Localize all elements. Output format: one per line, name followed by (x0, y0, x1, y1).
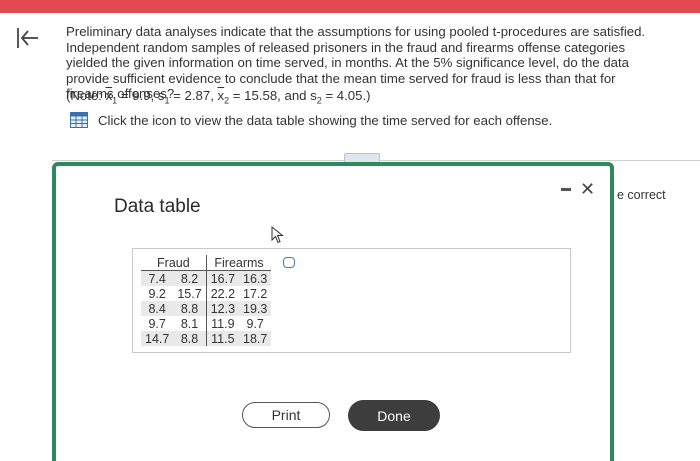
table-cell: 8.2 (173, 270, 207, 286)
table-row: 9.7 8.1 11.9 9.7 (141, 316, 271, 331)
table-cell: 18.7 (239, 331, 272, 346)
table-row: 7.4 8.2 16.7 16.3 (141, 270, 272, 286)
data-table-hint: Click the icon to view the data table sh… (70, 112, 552, 128)
close-button[interactable]: ✕ (580, 179, 595, 199)
dialog-title: Data table (114, 196, 201, 217)
table-icon[interactable] (70, 112, 88, 128)
table-cell: 9.7 (246, 316, 264, 331)
column-header-firearms: Firearms (205, 255, 272, 271)
table-row: 8.4 8.8 12.3 19.3 (141, 301, 272, 316)
note-text: (Note: x1 = 9.9, s1 = 2.87, x2 = 15.58, … (66, 88, 371, 106)
table-row: 9.2 15.7 22.2 17.2 (141, 286, 271, 301)
done-button[interactable]: Done (348, 400, 440, 431)
data-table-panel: Fraud Firearms 7.4 8.2 16.7 16.3 9.2 15.… (132, 248, 571, 353)
table-cell: 8.8 (173, 331, 207, 346)
column-header-fraud: Fraud (157, 255, 190, 270)
table-cell: 8.1 (180, 316, 199, 331)
top-accent-bar (0, 0, 700, 13)
table-cell: 19.3 (239, 301, 272, 316)
table-cell: 14.7 (141, 331, 174, 346)
table-cell: 12.3 (205, 301, 240, 316)
back-arrow-icon[interactable] (12, 24, 42, 54)
minimize-button[interactable] (561, 188, 571, 191)
table-cell: 17.2 (243, 286, 268, 301)
table-cell: 11.9 (205, 316, 240, 331)
table-cell: 8.4 (141, 301, 174, 316)
table-cell: 15.7 (177, 286, 202, 301)
table-cell: 7.4 (141, 270, 174, 286)
print-button[interactable]: Print (242, 402, 330, 428)
table-cell: 8.8 (173, 301, 207, 316)
table-cell: 9.2 (148, 286, 166, 301)
table-cell: 16.7 (205, 270, 240, 286)
partial-feedback-text: e correct (617, 188, 666, 202)
table-cell: 11.5 (205, 331, 240, 346)
cursor-icon (271, 226, 284, 244)
table-cell: 16.3 (239, 270, 272, 286)
copy-icon[interactable] (283, 257, 295, 268)
data-table-dialog: Data table ✕ Fraud Firearms 7.4 8.2 16.7… (52, 162, 614, 461)
table-row: 14.7 8.8 11.5 18.7 (141, 331, 272, 346)
hint-text: Click the icon to view the data table sh… (98, 112, 553, 128)
time-served-table: Fraud Firearms 7.4 8.2 16.7 16.3 9.2 15.… (141, 255, 272, 346)
table-cell: 22.2 (205, 286, 240, 301)
table-cell: 9.7 (148, 316, 166, 331)
